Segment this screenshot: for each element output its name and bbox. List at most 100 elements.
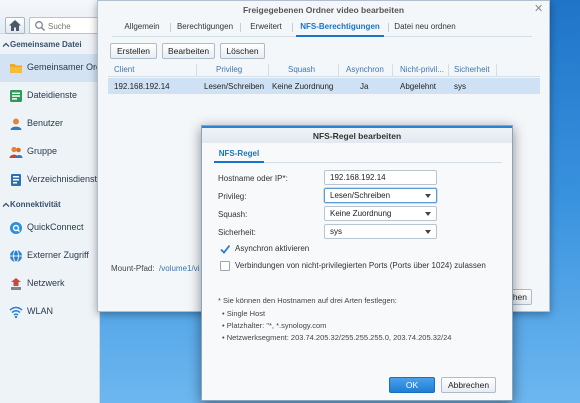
dialog-title-bar: NFS-Regel bearbeiten [202,126,512,143]
cell-privilege: Lesen/Schreiben [204,82,265,91]
cell-client: 192.168.192.14 [114,82,170,91]
tab-divider [170,23,171,32]
chevron-down-icon [425,194,431,198]
hostname-field[interactable]: 192.168.192.14 [324,170,437,185]
nfs-rule-dialog: NFS-Regel bearbeiten NFS-Regel Hostname … [201,125,513,401]
nonpriv-ports-checkbox-label: Verbindungen von nicht-privilegierten Po… [235,261,486,270]
note-bullet-text: Single Host [226,309,266,318]
file-services-icon [10,90,22,102]
column-async[interactable]: Asynchron [346,65,384,74]
mount-path-value: /volume1/vide [159,264,199,273]
hostname-label: Hostname oder IP*: [218,174,288,183]
tab-nfs-rule[interactable]: NFS-Regel [214,147,264,163]
mount-path-label: Mount-Pfad: [111,264,155,273]
home-button[interactable] [5,17,25,34]
section-header-shared: Gemeinsame Datei [10,40,82,49]
cell-security: sys [454,82,466,91]
delete-button[interactable]: Löschen [220,43,265,59]
sidebar-item-quickconnect[interactable]: QuickConnect [0,214,100,242]
chevron-down-icon [425,212,431,216]
window-action-button[interactable]: hen [512,289,532,305]
column-client[interactable]: Client [114,65,134,74]
dialog-title: NFS-Regel bearbeiten [312,131,402,141]
sidebar-item-network[interactable]: Netzwerk [0,270,100,298]
tab-nfs-permissions[interactable]: NFS-Berechtigungen [296,18,384,37]
column-nonpriv[interactable]: Nicht-privil... [400,65,444,74]
search-field[interactable] [29,17,100,34]
squash-value: Keine Zuordnung [330,209,392,218]
sidebar-item-external-access[interactable]: Externer Zugriff [0,242,100,270]
note-bullet-segment: • Netzwerksegment: 203.74.205.32/255.255… [222,333,452,342]
privilege-value: Lesen/Schreiben [330,191,391,200]
window-title: Freigegebenen Ordner video bearbeiten [242,5,405,15]
column-divider [196,64,197,76]
control-panel-sidebar: Gemeinsame Datei Gemeinsamer Ord Dateidi… [0,0,100,403]
cancel-button[interactable]: Abbrechen [441,377,496,393]
tab-permissions[interactable]: Berechtigungen [174,18,236,37]
section-toggle-connectivity[interactable]: Konnektivität [0,196,100,212]
directory-icon [11,174,21,186]
security-value: sys [330,227,342,236]
chevron-up-icon [2,42,10,47]
sidebar-item-label: Netzwerk [27,278,65,288]
hostname-note: * Sie können den Hostnamen auf drei Arte… [218,296,397,305]
squash-select[interactable]: Keine Zuordnung [324,206,437,221]
sidebar-item-label: Externer Zugriff [27,250,89,260]
security-select[interactable]: sys [324,224,437,239]
column-divider [392,64,393,76]
privilege-select[interactable]: Lesen/Schreiben [324,188,437,203]
privilege-label: Privileg: [218,192,247,201]
tab-divider [388,23,389,32]
sidebar-item-file-services[interactable]: Dateidienste [0,82,100,110]
sidebar-item-label: Gemeinsamer Ord [27,62,100,72]
search-input[interactable] [48,20,98,32]
chevron-up-icon [2,202,10,207]
note-bullet-text: Platzhalter: "*, *.synology.com [226,321,327,330]
sidebar-item-shared-folder[interactable]: Gemeinsamer Ord [0,54,100,82]
home-icon [9,20,21,31]
user-icon [10,118,22,130]
sidebar-item-wlan[interactable]: WLAN [0,298,100,326]
tab-divider [240,23,241,32]
column-squash[interactable]: Squash [288,65,315,74]
sidebar-item-user[interactable]: Benutzer [0,110,100,138]
cell-squash: Keine Zuordnung [272,82,334,91]
tab-general[interactable]: Allgemein [118,18,166,37]
group-icon [9,146,23,158]
sidebar-item-label: Verzeichnisdienst [27,174,98,184]
note-bullet-single-host: • Single Host [222,309,266,318]
table-row[interactable]: 192.168.192.14 Lesen/Schreiben Keine Zuo… [108,78,540,94]
tab-reorganize[interactable]: Datei neu ordnen [392,18,458,37]
sidebar-item-label: WLAN [27,306,54,316]
sidebar-item-directory[interactable]: Verzeichnisdienst [0,166,100,194]
column-security[interactable]: Sicherheit [454,65,490,74]
column-divider [496,64,497,76]
note-bullet-wildcard: • Platzhalter: "*, *.synology.com [222,321,327,330]
sidebar-item-label: QuickConnect [27,222,84,232]
network-icon [11,278,21,290]
dialog-tabs: NFS-Regel [214,147,502,163]
tab-divider [292,23,293,32]
wifi-icon [9,306,23,319]
note-bullet-text: Netzwerksegment: 203.74.205.32/255.255.2… [226,333,452,342]
security-label: Sicherheit: [218,228,256,237]
ok-button[interactable]: OK [389,377,435,393]
section-toggle-shared[interactable]: Gemeinsame Datei [0,36,100,52]
squash-label: Squash: [218,210,248,219]
async-checkbox[interactable] [220,244,230,254]
async-checkbox-label: Asynchron aktivieren [235,244,310,253]
globe-icon [10,249,22,263]
tab-advanced[interactable]: Erweitert [244,18,288,37]
close-icon[interactable]: ✕ [534,4,543,15]
window-tabs: Allgemein Berechtigungen Erweitert NFS-B… [112,18,532,37]
hostname-value: 192.168.192.14 [330,173,386,182]
sidebar-item-group[interactable]: Gruppe [0,138,100,166]
search-icon [35,21,46,32]
cell-nonpriv: Abgelehnt [400,82,437,91]
cell-async: Ja [360,82,369,91]
table-header: Client Privileg Squash Asynchron Nicht-p… [108,63,540,77]
edit-button[interactable]: Bearbeiten [162,43,215,59]
create-button[interactable]: Erstellen [110,43,157,59]
column-privilege[interactable]: Privileg [216,65,242,74]
nonpriv-ports-checkbox[interactable] [220,261,230,271]
